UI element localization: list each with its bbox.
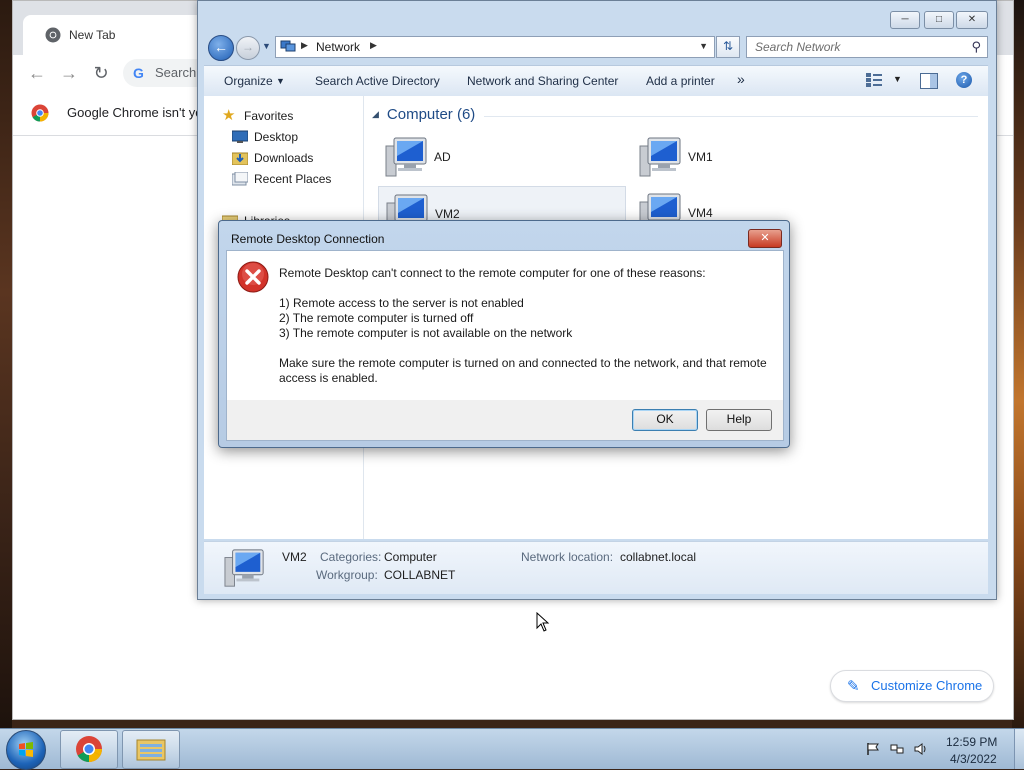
- error-icon: [237, 261, 269, 293]
- omnibox-text: Search: [155, 65, 197, 80]
- computer-name: AD: [434, 150, 451, 164]
- customize-chrome-button[interactable]: ✎ Customize Chrome: [830, 670, 994, 702]
- rdc-error-dialog: Remote Desktop Connection ✕ Remote Deskt…: [218, 220, 790, 448]
- network-sharing-center-button[interactable]: Network and Sharing Center: [467, 74, 618, 88]
- back-button[interactable]: ←: [208, 35, 234, 61]
- infobar-message: Google Chrome isn't yo: [67, 105, 203, 120]
- taskbar-explorer[interactable]: [122, 730, 180, 769]
- computer-monitor-icon: [224, 549, 264, 587]
- more-commands-icon[interactable]: »: [737, 71, 745, 87]
- add-printer-button[interactable]: Add a printer: [646, 74, 715, 88]
- reason-2: 2) The remote computer is turned off: [279, 311, 474, 325]
- details-pane: VM2 Categories: Computer Workgroup: COLL…: [204, 541, 988, 594]
- organize-menu[interactable]: Organize: [224, 74, 273, 88]
- search-placeholder: Search Network: [755, 40, 841, 54]
- computer-name: VM1: [688, 150, 713, 164]
- network-location-value: collabnet.local: [620, 550, 697, 564]
- categories-value: Computer: [384, 550, 437, 564]
- help-button[interactable]: Help: [706, 409, 772, 431]
- advice-text-line2: access is enabled.: [279, 371, 378, 385]
- search-icon: ⚲: [971, 39, 981, 54]
- customize-chrome-label: Customize Chrome: [871, 678, 983, 693]
- breadcrumb-arrow-icon[interactable]: ▶: [370, 40, 377, 51]
- address-dropdown-icon[interactable]: ▼: [699, 41, 708, 51]
- reload-icon[interactable]: ↻: [91, 63, 111, 83]
- network-tray-icon[interactable]: [890, 742, 904, 756]
- maximize-button[interactable]: □: [924, 11, 954, 29]
- search-active-directory-button[interactable]: Search Active Directory: [315, 74, 440, 88]
- dialog-title: Remote Desktop Connection: [231, 232, 385, 246]
- clock-date[interactable]: 4/3/2022: [950, 752, 997, 766]
- tab-title: New Tab: [69, 28, 116, 42]
- ok-button[interactable]: OK: [632, 409, 698, 431]
- computer-name: VM4: [688, 206, 713, 220]
- dialog-footer: OK Help: [226, 400, 784, 441]
- action-center-flag-icon[interactable]: [866, 742, 880, 756]
- mouse-cursor-icon: [536, 612, 550, 632]
- nav-favorites[interactable]: ★ Favorites: [222, 107, 293, 125]
- address-bar[interactable]: ▶ Network ▶ ▼: [275, 36, 715, 58]
- dialog-message: Remote Desktop can't connect to the remo…: [279, 266, 706, 280]
- refresh-button[interactable]: ⇅: [716, 36, 740, 58]
- nav-desktop[interactable]: Desktop: [232, 128, 298, 146]
- breadcrumb-network[interactable]: Network: [316, 40, 360, 54]
- taskbar: 12:59 PM 4/3/2022: [0, 728, 1024, 770]
- computer-item[interactable]: VM1: [632, 130, 878, 182]
- nav-downloads[interactable]: Downloads: [232, 149, 313, 167]
- collapse-triangle-icon[interactable]: ◢: [372, 109, 379, 120]
- breadcrumb-arrow-icon[interactable]: ▶: [301, 40, 308, 51]
- change-view-icon[interactable]: [866, 73, 882, 87]
- view-dropdown-icon[interactable]: ▼: [893, 74, 902, 84]
- downloads-folder-icon: [232, 152, 248, 165]
- minimize-button[interactable]: ─: [890, 11, 920, 29]
- back-arrow-icon[interactable]: ←: [27, 63, 47, 83]
- categories-label: Categories:: [320, 550, 382, 564]
- clock-time[interactable]: 12:59 PM: [946, 735, 997, 749]
- computer-name: VM2: [435, 207, 460, 221]
- preview-pane-icon[interactable]: [920, 73, 938, 89]
- dialog-body: Remote Desktop can't connect to the remo…: [226, 250, 784, 401]
- forward-arrow-icon[interactable]: →: [59, 63, 79, 83]
- network-icon: [280, 40, 296, 52]
- close-button[interactable]: ✕: [956, 11, 988, 29]
- workgroup-label: Workgroup:: [316, 568, 378, 582]
- computer-group-header[interactable]: ◢ Computer (6): [372, 106, 475, 123]
- forward-button[interactable]: →: [236, 36, 260, 60]
- workgroup-value: COLLABNET: [384, 568, 456, 582]
- volume-icon[interactable]: [914, 742, 928, 756]
- nav-recent-places[interactable]: Recent Places: [232, 170, 331, 188]
- chrome-color-logo-icon: [76, 736, 103, 763]
- google-g-icon: G: [133, 65, 144, 81]
- computer-monitor-icon: [639, 137, 681, 177]
- tab-new-tab[interactable]: New Tab: [23, 15, 223, 55]
- windows-logo-icon: [19, 742, 33, 757]
- show-desktop-button[interactable]: [1014, 729, 1024, 769]
- network-location-label: Network location:: [521, 550, 614, 564]
- start-button[interactable]: [6, 730, 46, 770]
- computer-monitor-icon: [385, 137, 427, 177]
- folder-icon: [136, 739, 166, 761]
- dialog-close-button[interactable]: ✕: [748, 229, 782, 248]
- command-bar: Organize ▼ Search Active Directory Netwo…: [204, 65, 988, 97]
- chevron-down-icon[interactable]: ▼: [276, 76, 285, 86]
- computer-group-label: Computer (6): [386, 106, 476, 123]
- desktop-wallpaper-left: [0, 0, 12, 730]
- history-dropdown-icon[interactable]: ▼: [262, 41, 271, 51]
- chrome-logo-icon: [45, 27, 61, 43]
- group-divider: [484, 116, 978, 117]
- search-input[interactable]: Search Network ⚲: [746, 36, 988, 58]
- pencil-icon: ✎: [847, 678, 860, 695]
- details-computer-name: VM2: [282, 550, 307, 564]
- help-icon[interactable]: ?: [956, 72, 972, 88]
- computer-item[interactable]: AD: [378, 130, 624, 182]
- chrome-color-logo-icon: [31, 104, 49, 122]
- star-icon: ★: [222, 107, 236, 124]
- reason-3: 3) The remote computer is not available …: [279, 326, 573, 340]
- recent-places-icon: [232, 172, 248, 186]
- desktop-icon: [232, 130, 248, 143]
- reason-1: 1) Remote access to the server is not en…: [279, 296, 524, 310]
- taskbar-chrome[interactable]: [60, 730, 118, 769]
- advice-text-line1: Make sure the remote computer is turned …: [279, 356, 767, 370]
